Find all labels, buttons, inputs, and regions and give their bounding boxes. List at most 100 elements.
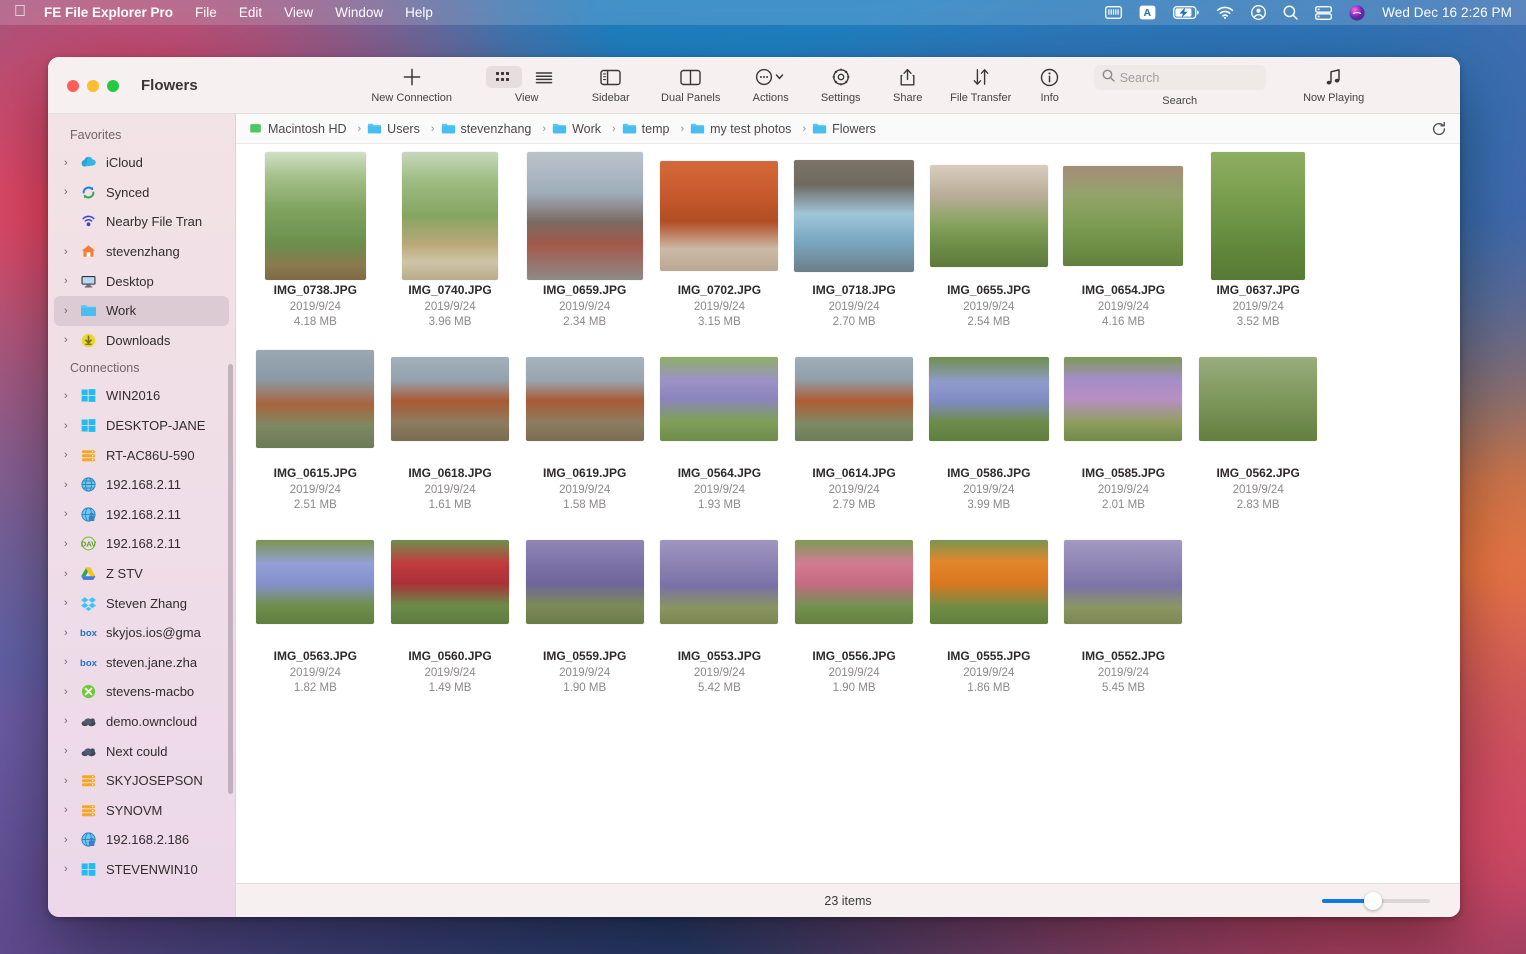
file-item[interactable]: IMG_0556.JPG 2019/9/24 1.90 MB xyxy=(787,524,922,694)
minimize-button[interactable] xyxy=(87,79,99,92)
chevron-right-icon[interactable]: › xyxy=(64,305,78,317)
file-item[interactable]: IMG_0702.JPG 2019/9/24 3.15 MB xyxy=(652,158,787,328)
chevron-right-icon[interactable]: › xyxy=(64,186,78,198)
file-thumbnail-hydrangea-cluster[interactable] xyxy=(1064,357,1183,441)
breadcrumb-item-work[interactable]: Work › xyxy=(552,121,622,136)
file-item[interactable]: IMG_0586.JPG 2019/9/24 3.99 MB xyxy=(921,341,1056,511)
sidebar-item-steven-zhang[interactable]: › Steven Zhang xyxy=(54,588,229,618)
file-thumbnail-bamboo-grove-up[interactable] xyxy=(264,152,366,280)
chevron-right-icon[interactable]: › xyxy=(64,538,78,550)
list-view-icon[interactable] xyxy=(526,66,562,88)
sidebar-item-z-stv[interactable]: › Z STV xyxy=(54,559,229,589)
info-button[interactable]: Info xyxy=(1026,57,1074,104)
menubar-clock[interactable]: Wed Dec 16 2:26 PM xyxy=(1382,5,1512,20)
sidebar-item-nearby-file-tran[interactable]: ›Nearby File Tran xyxy=(54,207,229,237)
breadcrumb-item-macintosh-hd[interactable]: Macintosh HD › xyxy=(248,121,367,136)
file-item[interactable]: IMG_0555.JPG 2019/9/24 1.86 MB xyxy=(921,524,1056,694)
sidebar-item-stevenzhang[interactable]: › stevenzhang xyxy=(54,237,229,267)
chevron-right-icon[interactable]: › xyxy=(64,745,78,757)
file-thumbnail-bamboo-path[interactable] xyxy=(402,152,499,280)
file-item[interactable]: IMG_0563.JPG 2019/9/24 1.82 MB xyxy=(248,524,383,694)
chevron-right-icon[interactable]: › xyxy=(64,275,78,287)
file-item[interactable]: IMG_0553.JPG 2019/9/24 5.42 MB xyxy=(652,524,787,694)
file-thumbnail-purple-hydrangea[interactable] xyxy=(660,357,779,441)
sidebar-item-rt-ac86u-590[interactable]: › RT-AC86U-590 xyxy=(54,440,229,470)
chevron-right-icon[interactable]: › xyxy=(64,568,78,580)
file-thumbnail-white-lotus[interactable] xyxy=(929,165,1048,267)
chevron-right-icon[interactable]: › xyxy=(64,804,78,816)
sidebar-item-demo-owncloud[interactable]: › demo.owncloud xyxy=(54,707,229,737)
menu-item-view[interactable]: View xyxy=(284,5,313,20)
keyboard-brightness-icon[interactable] xyxy=(1105,6,1123,19)
wifi-icon[interactable] xyxy=(1216,6,1234,19)
spotlight-search-icon[interactable] xyxy=(1283,5,1298,20)
chevron-right-icon[interactable]: › xyxy=(64,508,78,520)
file-thumbnail-fox-statue[interactable] xyxy=(526,152,643,280)
file-thumbnail-lotus-leaves[interactable] xyxy=(1211,152,1306,280)
sidebar-item-192-168-2-11[interactable]: › 192.168.2.11 xyxy=(54,500,229,530)
close-button[interactable] xyxy=(67,79,79,92)
actions-button[interactable]: Actions xyxy=(740,57,802,104)
chevron-right-icon[interactable]: › xyxy=(64,775,78,787)
search-box[interactable] xyxy=(1093,65,1266,90)
file-thumbnail-lavender-field[interactable] xyxy=(660,540,779,624)
settings-button[interactable]: Settings xyxy=(808,57,874,104)
chevron-right-icon[interactable]: › xyxy=(64,246,78,258)
chevron-right-icon[interactable]: › xyxy=(64,390,78,402)
file-item[interactable]: IMG_0615.JPG 2019/9/24 2.51 MB xyxy=(248,341,383,511)
grid-view-icon[interactable] xyxy=(485,66,522,88)
file-item[interactable]: IMG_0560.JPG 2019/9/24 1.49 MB xyxy=(383,524,518,694)
file-item[interactable]: IMG_0740.JPG 2019/9/24 3.96 MB xyxy=(383,152,518,328)
file-thumbnail-red-temple-wide[interactable] xyxy=(391,357,510,441)
sidebar-item-stevenwin10[interactable]: › STEVENWIN10 xyxy=(54,855,229,885)
file-thumbnail-torii-gates[interactable] xyxy=(660,161,779,271)
search-input[interactable] xyxy=(1119,70,1258,85)
maximize-button[interactable] xyxy=(107,79,119,92)
file-thumbnail-pink-zinnia[interactable] xyxy=(795,540,914,624)
now-playing-button[interactable]: Now Playing xyxy=(1288,57,1380,104)
input-source-icon[interactable]: A xyxy=(1139,5,1156,20)
sidebar-item-downloads[interactable]: › Downloads xyxy=(54,326,229,356)
chevron-right-icon[interactable]: › xyxy=(64,863,78,875)
file-thumbnail-temple-gate[interactable] xyxy=(795,357,914,441)
file-thumbnail-lavender-bee[interactable] xyxy=(525,540,644,624)
chevron-right-icon[interactable]: › xyxy=(64,157,78,169)
menubar-app-name[interactable]: FE File Explorer Pro xyxy=(44,5,173,20)
refresh-icon[interactable] xyxy=(1428,118,1450,140)
sidebar-item-stevens-macbo[interactable]: › stevens-macbo xyxy=(54,677,229,707)
file-item[interactable]: IMG_0655.JPG 2019/9/24 2.54 MB xyxy=(921,158,1056,328)
file-item[interactable]: IMG_0562.JPG 2019/9/24 2.83 MB xyxy=(1191,341,1326,511)
file-item[interactable]: IMG_0619.JPG 2019/9/24 1.58 MB xyxy=(517,341,652,511)
sidebar-item-desktop[interactable]: › Desktop xyxy=(54,266,229,296)
sidebar-item-192-168-2-186[interactable]: › 192.168.2.186 xyxy=(54,825,229,855)
display-icon[interactable] xyxy=(1315,5,1333,20)
file-thumbnail-red-temple-wide2[interactable] xyxy=(525,357,644,441)
menu-item-file[interactable]: File xyxy=(195,5,217,20)
file-thumbnail-temple-pagoda[interactable] xyxy=(256,350,375,448)
file-item[interactable]: IMG_0618.JPG 2019/9/24 1.61 MB xyxy=(383,341,518,511)
chevron-right-icon[interactable]: › xyxy=(64,420,78,432)
menu-item-window[interactable]: Window xyxy=(335,5,383,20)
file-thumbnail-lavender-rows[interactable] xyxy=(1064,540,1183,624)
siri-icon[interactable] xyxy=(1349,4,1365,21)
breadcrumb-item-users[interactable]: Users › xyxy=(367,121,440,136)
chevron-right-icon[interactable]: › xyxy=(64,627,78,639)
file-thumbnail-pink-lotus-garden[interactable] xyxy=(1063,166,1184,266)
sidebar-item-synovm[interactable]: › SYNOVM xyxy=(54,795,229,825)
file-item[interactable]: IMG_0552.JPG 2019/9/24 5.45 MB xyxy=(1056,524,1191,694)
sidebar-item-synced[interactable]: › Synced xyxy=(54,178,229,208)
file-thumbnail-red-flowers[interactable] xyxy=(391,540,510,624)
file-thumbnail-covered-walkway[interactable] xyxy=(794,160,915,272)
share-button[interactable]: Share xyxy=(880,57,936,104)
sidebar-scrollbar[interactable] xyxy=(228,364,233,794)
sidebar-item-192-168-2-11[interactable]: › DAV 192.168.2.11 xyxy=(54,529,229,559)
dual-panels-button[interactable]: Dual Panels xyxy=(650,57,732,104)
chevron-right-icon[interactable]: › xyxy=(64,656,78,668)
file-item[interactable]: IMG_0564.JPG 2019/9/24 1.93 MB xyxy=(652,341,787,511)
user-account-icon[interactable] xyxy=(1251,5,1267,20)
chevron-right-icon[interactable]: › xyxy=(64,715,78,727)
file-thumbnail-blue-hydrangea[interactable] xyxy=(256,540,375,624)
breadcrumb-item-flowers[interactable]: Flowers xyxy=(812,121,876,136)
file-thumbnail-orange-zinnia[interactable] xyxy=(929,540,1048,624)
sidebar-toggle-button[interactable]: Sidebar xyxy=(580,57,642,104)
